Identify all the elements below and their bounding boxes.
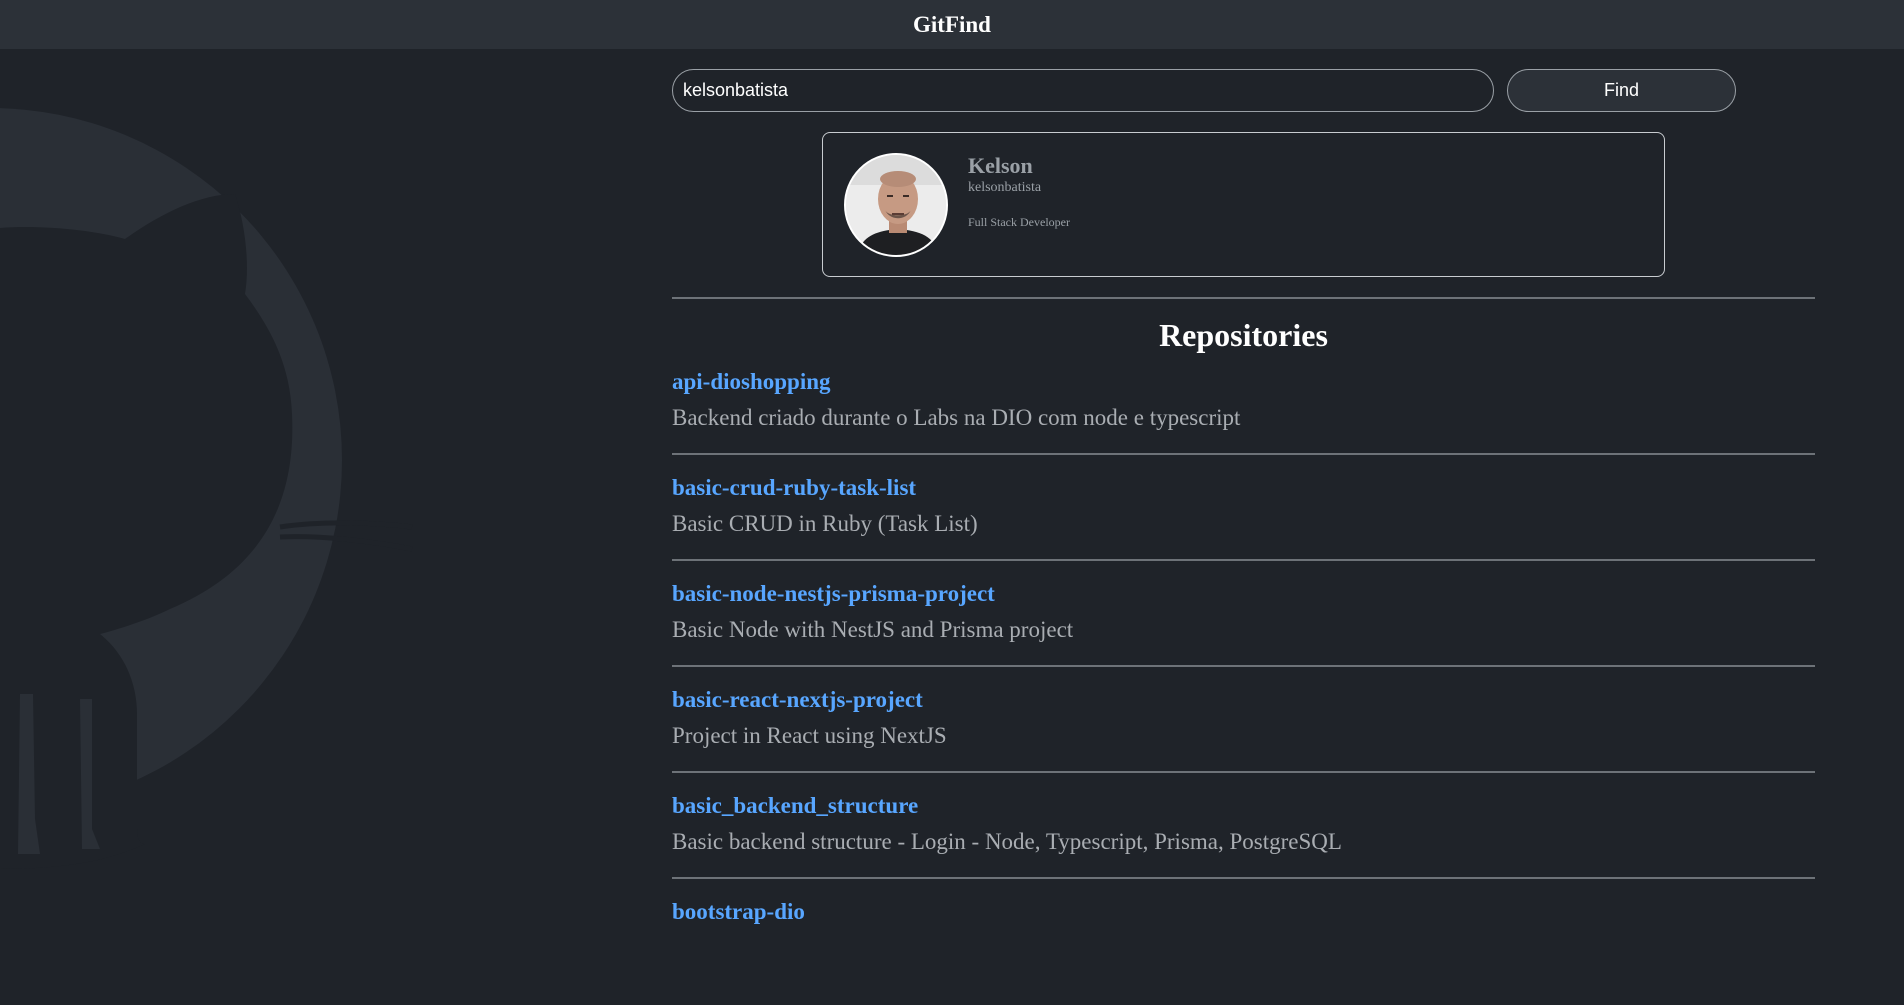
repository-link[interactable]: basic-crud-ruby-task-list: [672, 475, 916, 501]
profile-name: Kelson: [968, 153, 1033, 178]
repository-divider: [672, 453, 1815, 455]
repository-item: basic-react-nextjs-project Project in Re…: [672, 687, 1815, 793]
repository-divider: [672, 771, 1815, 773]
profile-login: kelsonbatista: [968, 180, 1042, 195]
repository-item: basic-crud-ruby-task-list Basic CRUD in …: [672, 475, 1815, 581]
repository-item: bootstrap-dio: [672, 899, 1815, 1005]
section-divider: [672, 297, 1815, 299]
repository-item: basic_backend_structure Basic backend st…: [672, 793, 1815, 899]
app-header: GitFind: [0, 0, 1904, 49]
repository-divider: [672, 877, 1815, 879]
repository-description: Project in React using NextJS: [672, 723, 947, 748]
repository-link[interactable]: basic-react-nextjs-project: [672, 687, 923, 713]
repository-description: Basic backend structure - Login - Node, …: [672, 829, 1342, 854]
repository-item: basic-node-nestjs-prisma-project Basic N…: [672, 581, 1815, 687]
repository-divider: [672, 559, 1815, 561]
repository-link[interactable]: basic-node-nestjs-prisma-project: [672, 581, 995, 607]
github-logo-background: [0, 49, 420, 934]
app-title: GitFind: [913, 11, 991, 37]
repository-link[interactable]: api-dioshopping: [672, 369, 831, 395]
repository-item: api-dioshopping Backend criado durante o…: [672, 369, 1815, 475]
repository-description: Basic CRUD in Ruby (Task List): [672, 511, 978, 536]
search-bar: Find: [672, 69, 1815, 112]
repository-description: Basic Node with NestJS and Prisma projec…: [672, 617, 1074, 642]
profile-bio: Full Stack Developer: [968, 215, 1070, 229]
repositories-heading: Repositories: [1159, 317, 1328, 353]
repository-list: api-dioshopping Backend criado durante o…: [672, 369, 1815, 1005]
avatar: [844, 153, 948, 257]
username-search-input[interactable]: [672, 69, 1494, 112]
repository-description: Backend criado durante o Labs na DIO com…: [672, 405, 1241, 430]
repository-link[interactable]: basic_backend_structure: [672, 793, 918, 819]
repository-link[interactable]: bootstrap-dio: [672, 899, 805, 925]
profile-card: Kelson kelsonbatista Full Stack Develope…: [822, 132, 1665, 277]
find-button[interactable]: Find: [1507, 69, 1736, 112]
repository-divider: [672, 665, 1815, 667]
